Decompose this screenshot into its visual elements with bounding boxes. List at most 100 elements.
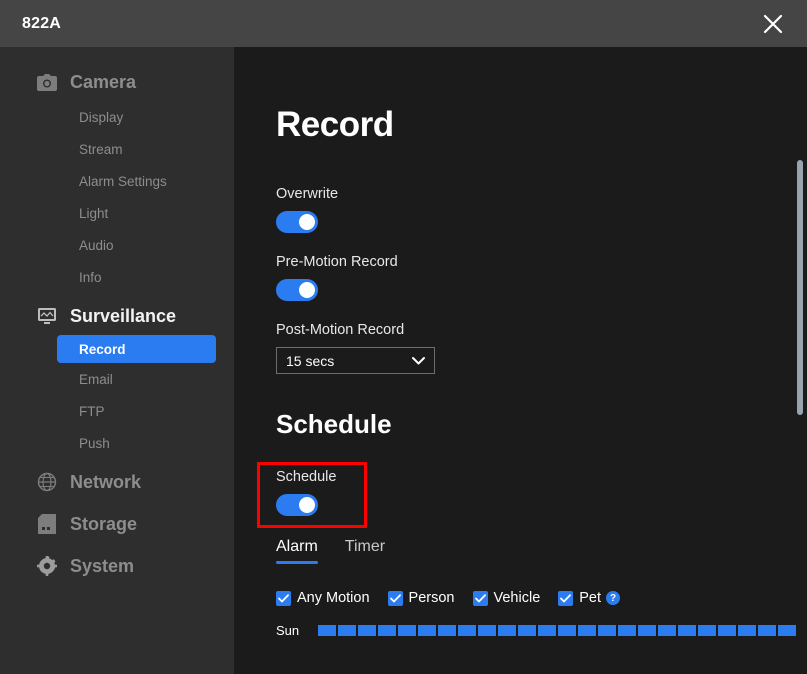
sidebar-group-surveillance[interactable]: Surveillance — [0, 297, 234, 335]
schedule-day-label: Sun — [276, 623, 300, 638]
schedule-cell-sun-6[interactable] — [438, 625, 456, 636]
schedule-cell-sun-4[interactable] — [398, 625, 416, 636]
post-motion-record-select[interactable]: 15 secs — [276, 347, 435, 374]
schedule-cell-sun-2[interactable] — [358, 625, 376, 636]
close-button[interactable] — [755, 6, 791, 42]
schedule-cell-sun-17[interactable] — [658, 625, 676, 636]
checkbox-label: Any Motion — [297, 590, 370, 606]
overwrite-toggle[interactable] — [276, 211, 318, 233]
sidebar-group-camera[interactable]: Camera — [0, 63, 234, 101]
chevron-down-icon — [412, 356, 425, 365]
schedule-cell-sun-16[interactable] — [638, 625, 656, 636]
schedule-row-sun — [318, 625, 796, 636]
schedule-cell-sun-5[interactable] — [418, 625, 436, 636]
tab-label: Alarm — [276, 538, 318, 555]
sidebar-group-label: System — [70, 555, 135, 576]
toggle-knob — [299, 214, 315, 230]
camera-icon — [36, 71, 58, 93]
check-icon — [558, 590, 574, 606]
schedule-cell-sun-0[interactable] — [318, 625, 336, 636]
schedule-cell-sun-11[interactable] — [538, 625, 556, 636]
tab-alarm[interactable]: Alarm — [276, 538, 318, 564]
schedule-cell-sun-8[interactable] — [478, 625, 496, 636]
schedule-cell-sun-15[interactable] — [618, 625, 636, 636]
sidebar-group-label: Surveillance — [70, 305, 177, 326]
check-icon — [387, 590, 403, 606]
help-glyph: ? — [609, 592, 617, 604]
monitor-icon — [36, 305, 58, 327]
sdcard-icon — [36, 513, 58, 535]
window-title: 822A — [22, 14, 62, 32]
sidebar-item-light[interactable]: Light — [0, 197, 234, 229]
schedule-cell-sun-20[interactable] — [718, 625, 736, 636]
pre-motion-record-setting: Pre-Motion Record — [276, 254, 398, 301]
pre-motion-record-label: Pre-Motion Record — [276, 254, 398, 270]
sidebar-item-label: Audio — [79, 237, 114, 253]
sidebar-item-info[interactable]: Info — [0, 261, 234, 293]
sidebar-group-system[interactable]: System — [0, 547, 234, 585]
close-icon — [762, 13, 784, 35]
sidebar-group-network[interactable]: Network — [0, 463, 234, 501]
tab-label: Timer — [344, 538, 386, 555]
post-motion-record-value: 15 secs — [286, 352, 335, 369]
sidebar-item-stream[interactable]: Stream — [0, 133, 234, 165]
page-title: Record — [276, 105, 394, 144]
schedule-cell-sun-13[interactable] — [578, 625, 596, 636]
checkbox-label: Pet — [579, 590, 602, 606]
sidebar-item-label: Light — [79, 205, 109, 221]
schedule-cell-sun-21[interactable] — [738, 625, 756, 636]
alarm-type-checkboxes: Any Motion Person Vehicle Pet ? — [276, 590, 621, 606]
scrollbar-thumb[interactable] — [797, 160, 803, 415]
sidebar-item-label: Stream — [79, 141, 123, 157]
vertical-scrollbar[interactable] — [797, 107, 803, 667]
toggle-knob — [299, 282, 315, 298]
schedule-cell-sun-14[interactable] — [598, 625, 616, 636]
schedule-cell-sun-10[interactable] — [518, 625, 536, 636]
sidebar: Camera Display Stream Alarm Settings Lig… — [0, 47, 234, 674]
toggle-knob — [299, 497, 315, 513]
content-area: Record Overwrite Pre-Motion Record Post-… — [234, 47, 807, 674]
post-motion-record-label: Post-Motion Record — [276, 322, 405, 338]
schedule-toggle[interactable] — [276, 494, 318, 516]
pre-motion-record-toggle[interactable] — [276, 279, 318, 301]
tab-timer[interactable]: Timer — [345, 538, 385, 564]
sidebar-item-ftp[interactable]: FTP — [0, 395, 234, 427]
schedule-cell-sun-1[interactable] — [338, 625, 356, 636]
checkbox-any-motion[interactable]: Any Motion — [276, 590, 370, 606]
sidebar-item-label: FTP — [79, 403, 105, 419]
sidebar-item-alarm-settings[interactable]: Alarm Settings — [0, 165, 234, 197]
schedule-toggle-label: Schedule — [276, 469, 337, 485]
sidebar-item-display[interactable]: Display — [0, 101, 234, 133]
schedule-cell-sun-19[interactable] — [698, 625, 716, 636]
overwrite-setting: Overwrite — [276, 186, 338, 233]
schedule-cell-sun-9[interactable] — [498, 625, 516, 636]
sidebar-group-label: Network — [70, 471, 142, 492]
schedule-cell-sun-22[interactable] — [758, 625, 776, 636]
schedule-cell-sun-12[interactable] — [558, 625, 576, 636]
overwrite-label: Overwrite — [276, 186, 339, 202]
checkbox-person[interactable]: Person — [387, 590, 455, 606]
checkbox-label: Person — [408, 590, 455, 606]
sidebar-item-email[interactable]: Email — [0, 363, 234, 395]
sidebar-item-push[interactable]: Push — [0, 427, 234, 459]
schedule-cell-sun-23[interactable] — [778, 625, 796, 636]
schedule-grid: Sun — [276, 623, 796, 638]
sidebar-item-record[interactable]: Record — [57, 335, 216, 363]
check-icon — [472, 590, 488, 606]
help-icon[interactable]: ? — [606, 591, 621, 605]
checkbox-pet[interactable]: Pet — [558, 590, 601, 606]
sidebar-item-label: Display — [79, 109, 124, 125]
checkbox-label: Vehicle — [493, 590, 541, 606]
sidebar-item-label: Push — [79, 435, 110, 451]
sidebar-group-storage[interactable]: Storage — [0, 505, 234, 543]
sidebar-item-audio[interactable]: Audio — [0, 229, 234, 261]
schedule-cell-sun-7[interactable] — [458, 625, 476, 636]
sidebar-group-label: Storage — [70, 513, 138, 534]
schedule-cell-sun-18[interactable] — [678, 625, 696, 636]
schedule-cell-sun-3[interactable] — [378, 625, 396, 636]
checkbox-vehicle[interactable]: Vehicle — [472, 590, 541, 606]
schedule-toggle-setting: Schedule — [276, 469, 336, 516]
gear-icon — [36, 555, 58, 577]
check-icon — [276, 590, 291, 606]
window-titlebar: 822A — [0, 0, 807, 47]
